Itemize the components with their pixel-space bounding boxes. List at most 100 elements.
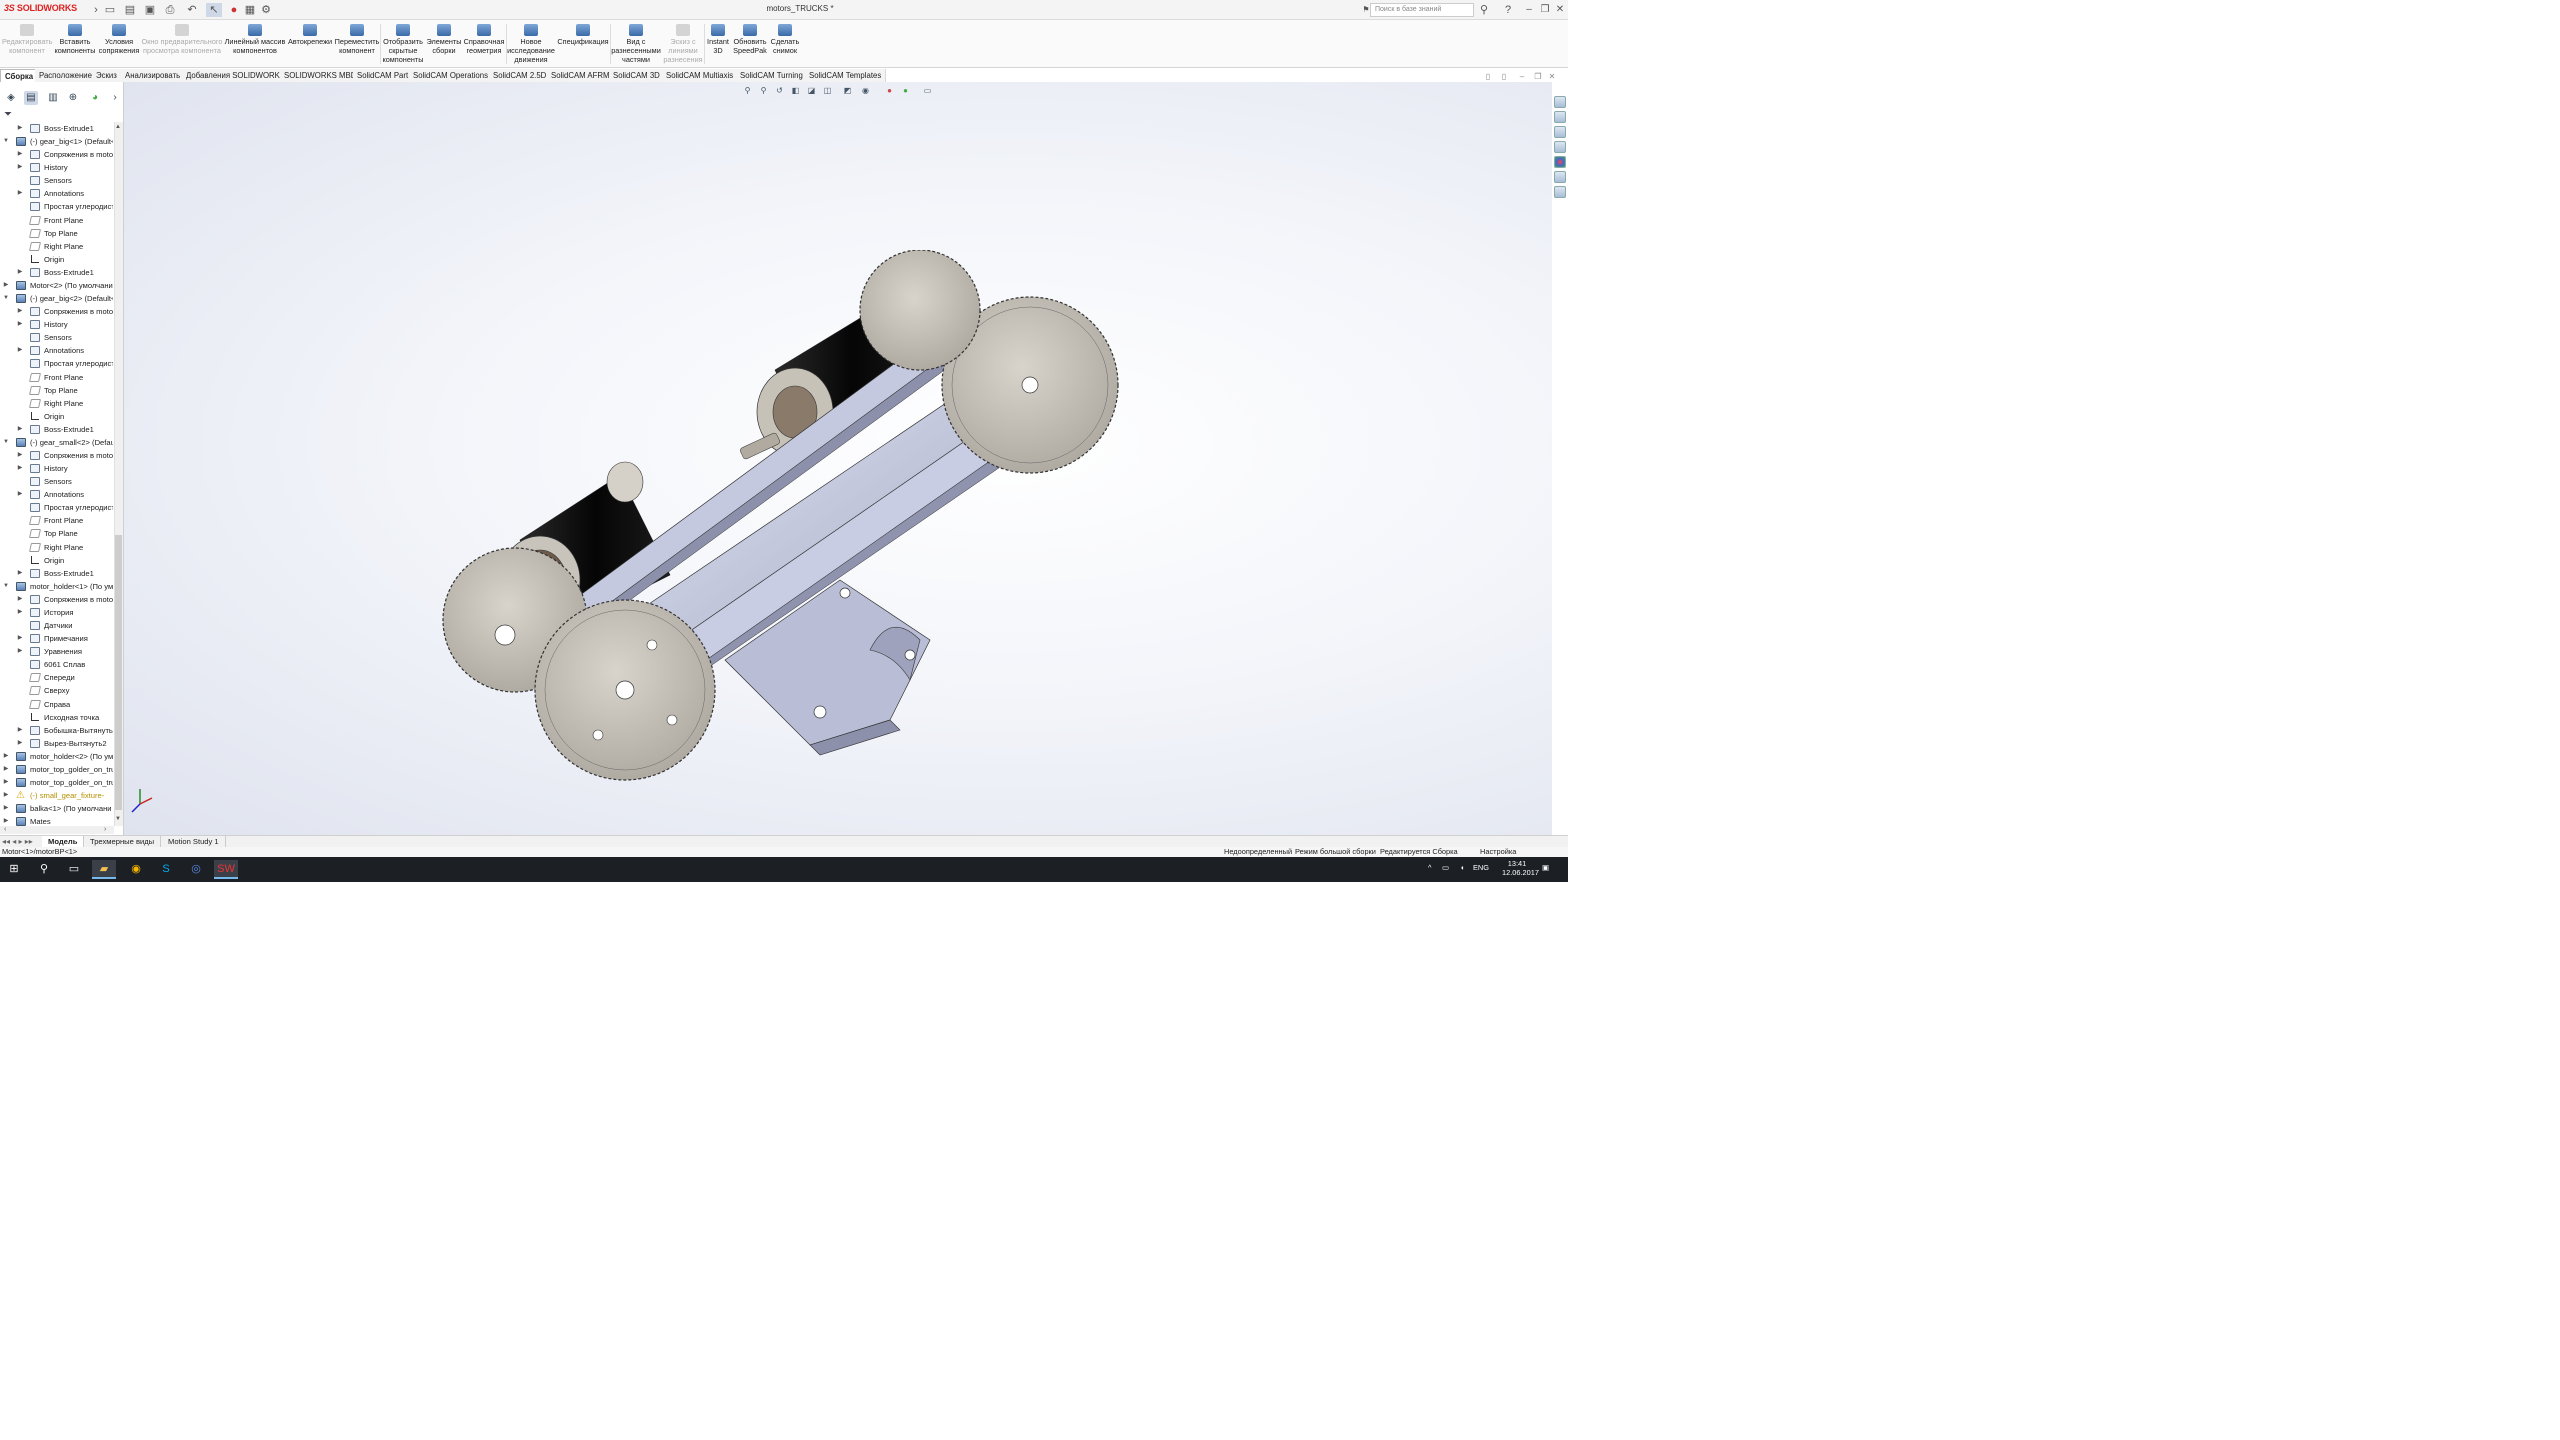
- expand-arrow-icon[interactable]: ▶: [2, 279, 10, 292]
- bill-of-materials-button[interactable]: Спецификация: [556, 22, 610, 68]
- tree-feature-node[interactable]: Сверху: [0, 684, 113, 697]
- tree-feature-node[interactable]: Простая углеродиста: [0, 357, 113, 370]
- tree-feature-node[interactable]: ▶ Вырез-Вытянуть2: [0, 737, 113, 750]
- tab-solidcam-operations[interactable]: SolidCAM Operations: [409, 69, 493, 82]
- tab-solidworks-addins[interactable]: Добавления SOLIDWORKS: [182, 69, 291, 82]
- expand-arrow-icon[interactable]: ▶: [16, 161, 24, 174]
- expand-arrow-icon[interactable]: ▶: [16, 488, 24, 501]
- minimize-window-button[interactable]: –: [1522, 2, 1536, 18]
- expand-arrow-icon[interactable]: ▶: [16, 737, 24, 750]
- tree-feature-node[interactable]: ▶ History: [0, 161, 113, 174]
- take-snapshot-button[interactable]: Сделать снимок: [769, 22, 801, 68]
- propertymanager-tab-icon[interactable]: ▤: [24, 91, 38, 105]
- view-settings-icon[interactable]: ▭: [922, 85, 933, 96]
- windows-start-icon[interactable]: ⊞: [2, 860, 26, 879]
- tab-solidcam-turning[interactable]: SolidCAM Turning: [736, 69, 808, 82]
- tree-component-node[interactable]: ▼ (-) gear_big<1> (Default<: [0, 135, 113, 148]
- file-properties-icon[interactable]: ▦: [242, 3, 258, 17]
- keyboard-language[interactable]: ENG: [1473, 863, 1489, 872]
- undo-icon[interactable]: ↶: [184, 3, 200, 17]
- clock[interactable]: 13:41 12.06.2017: [1502, 859, 1539, 877]
- status-custom-settings[interactable]: Настройка: [1480, 847, 1516, 857]
- viewport-tile-icon[interactable]: ▯: [1498, 72, 1510, 82]
- tree-feature-node[interactable]: Origin: [0, 554, 113, 567]
- tree-feature-node[interactable]: ▶ Boss-Extrude1: [0, 423, 113, 436]
- tree-feature-node[interactable]: Front Plane: [0, 214, 113, 227]
- expand-arrow-icon[interactable]: ▶: [16, 344, 24, 357]
- traffic-light-icon[interactable]: ●: [226, 3, 242, 17]
- select-pointer-icon[interactable]: ↖: [206, 3, 222, 17]
- tree-component-node[interactable]: ▼ motor_holder<1> (По ум: [0, 580, 113, 593]
- move-component-button[interactable]: Переместить компонент: [334, 22, 380, 68]
- dynamic-annotation-icon[interactable]: ◪: [806, 85, 817, 96]
- tree-feature-node[interactable]: Простая углеродиста: [0, 501, 113, 514]
- exploded-view-button[interactable]: Вид с разнесенными частями: [611, 22, 661, 68]
- tab-solidcam-templates[interactable]: SolidCAM Templates: [805, 69, 887, 82]
- tree-feature-node[interactable]: Right Plane: [0, 397, 113, 410]
- tree-feature-node[interactable]: ▶ History: [0, 318, 113, 331]
- expand-arrow-icon[interactable]: ▶: [16, 318, 24, 331]
- new-motion-study-button[interactable]: Новое исследование движения: [507, 22, 555, 68]
- knowledge-search-input[interactable]: Поиск в базе знаний: [1370, 3, 1474, 17]
- options-gear-icon[interactable]: ⚙: [258, 3, 274, 17]
- dimxpert-tab-icon[interactable]: ⊕: [66, 91, 80, 105]
- viewport-close-icon[interactable]: ✕: [1546, 72, 1558, 82]
- explode-line-sketch-button[interactable]: Эскиз с линиями разнесения: [662, 22, 704, 68]
- assembly-3d-model[interactable]: [440, 250, 1120, 810]
- status-large-assembly[interactable]: Режим большой сборки: [1295, 847, 1376, 857]
- tree-feature-node[interactable]: Front Plane: [0, 371, 113, 384]
- solidworks-logo[interactable]: 3S SOLIDWORKS: [4, 3, 86, 17]
- tab-assembly[interactable]: Сборка: [0, 69, 39, 82]
- tree-feature-node[interactable]: ▶ Сопряжения в moto: [0, 593, 113, 606]
- expand-arrow-icon[interactable]: ▶: [16, 148, 24, 161]
- tree-scrollbar-thumb[interactable]: [115, 535, 122, 810]
- tree-feature-node[interactable]: ▶ Boss-Extrude1: [0, 567, 113, 580]
- tab-sketch[interactable]: Эскиз: [92, 69, 122, 82]
- app-icon[interactable]: ◎: [184, 860, 208, 879]
- edit-component-button[interactable]: Редактировать компонент: [2, 22, 52, 68]
- tree-horizontal-scrollbar[interactable]: [0, 826, 114, 834]
- insert-components-button[interactable]: Вставить компоненты: [53, 22, 97, 68]
- scroll-down-icon[interactable]: ▼: [115, 816, 121, 822]
- tree-feature-node[interactable]: ▶ Бобышка-Вытянуть1: [0, 724, 113, 737]
- tree-feature-node[interactable]: ▶ Annotations: [0, 187, 113, 200]
- scroll-left-icon[interactable]: ‹: [4, 826, 6, 833]
- tree-component-node[interactable]: ▶ motor_top_golder_on_tru: [0, 763, 113, 776]
- tree-feature-node[interactable]: Простая углеродиста: [0, 200, 113, 213]
- search-icon[interactable]: ⚲: [1476, 3, 1492, 17]
- tab-solidworks-mbd[interactable]: SOLIDWORKS MBD: [280, 69, 362, 82]
- previous-view-icon[interactable]: ↺: [774, 85, 785, 96]
- edit-appearance-icon[interactable]: ●: [884, 85, 895, 96]
- reference-geometry-button[interactable]: Справочная геометрия: [463, 22, 505, 68]
- collapse-arrow-icon[interactable]: ▼: [2, 292, 10, 305]
- expand-arrow-icon[interactable]: ▶: [2, 776, 10, 789]
- volume-icon[interactable]: ◖: [1460, 863, 1464, 872]
- search-icon[interactable]: ⚲: [32, 860, 56, 879]
- tree-feature-node[interactable]: Top Plane: [0, 527, 113, 540]
- tab-solidcam-multiaxis[interactable]: SolidCAM Multiaxis: [662, 69, 739, 82]
- chrome-icon[interactable]: ◉: [124, 860, 148, 879]
- zoom-to-fit-icon[interactable]: ⚲: [742, 85, 753, 96]
- tree-feature-node[interactable]: Origin: [0, 410, 113, 423]
- tree-feature-node[interactable]: Sensors: [0, 475, 113, 488]
- tree-feature-node[interactable]: ▶ Annotations: [0, 488, 113, 501]
- task-view-icon[interactable]: ▭: [62, 860, 86, 879]
- instant-3d-button[interactable]: Instant 3D: [705, 22, 731, 68]
- viewport-minimize-icon[interactable]: –: [1516, 72, 1528, 82]
- tab-solidcam-afrm[interactable]: SolidCAM AFRM: [547, 69, 615, 82]
- hide-show-items-icon[interactable]: ◉: [860, 85, 871, 96]
- tab-solidcam-3d[interactable]: SolidCAM 3D: [609, 69, 665, 82]
- tree-feature-node[interactable]: ▶ Сопряжения в moto: [0, 449, 113, 462]
- tree-component-node[interactable]: ▶ motor_top_golder_on_tru: [0, 776, 113, 789]
- tray-chevron-icon[interactable]: ^: [1428, 863, 1431, 872]
- save-icon[interactable]: ▣: [142, 3, 158, 17]
- expand-arrow-icon[interactable]: ▶: [16, 423, 24, 436]
- expand-arrow-icon[interactable]: ▶: [2, 763, 10, 776]
- tree-feature-node[interactable]: ▶ Boss-Extrude1: [0, 266, 113, 279]
- linear-pattern-button[interactable]: Линейный массив компонентов: [224, 22, 286, 68]
- tab-solidcam-part[interactable]: SolidCAM Part: [353, 69, 414, 82]
- assembly-features-button[interactable]: Элементы сборки: [426, 22, 462, 68]
- tree-feature-node[interactable]: Top Plane: [0, 384, 113, 397]
- gear-small-rear[interactable]: [859, 250, 981, 371]
- tree-component-node[interactable]: ▶ ⚠ (-) small_gear_fixture-: [0, 789, 113, 802]
